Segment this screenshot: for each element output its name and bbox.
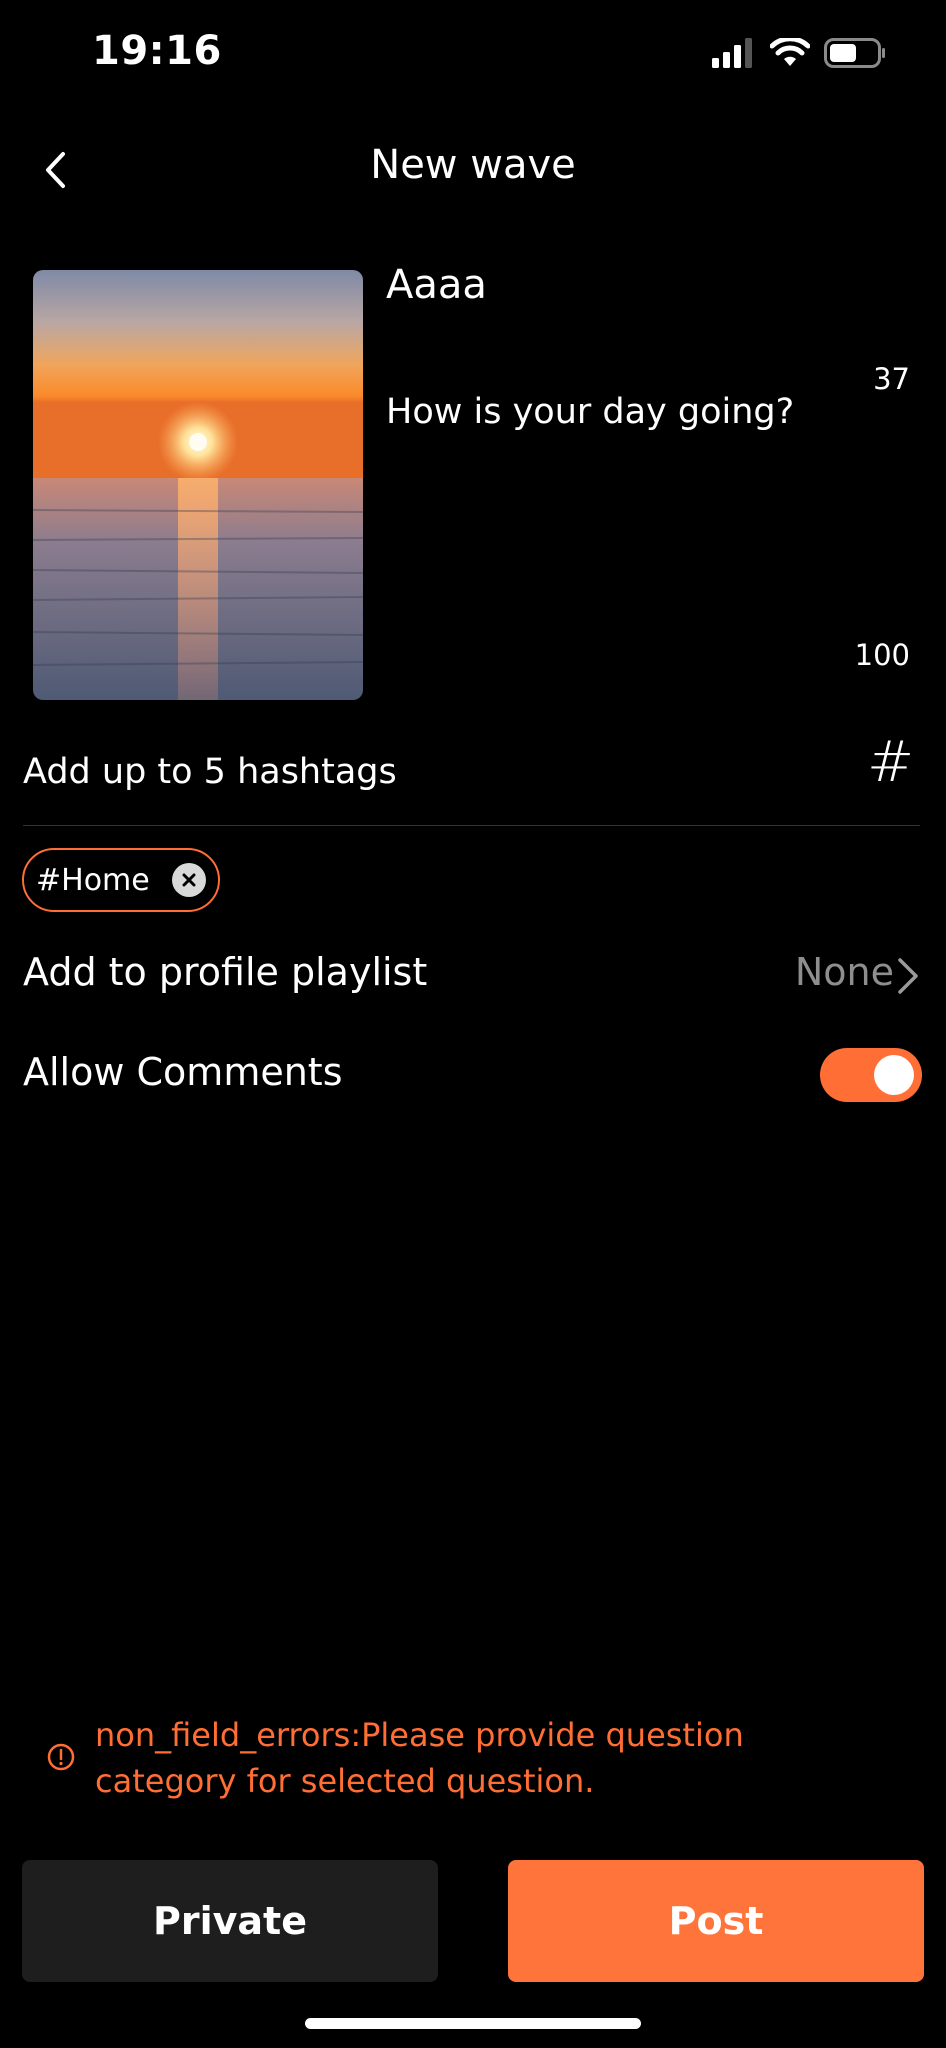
post-button[interactable]: Post — [508, 1860, 924, 1982]
wifi-icon — [769, 36, 811, 72]
error-message: non_field_errors:Please provide question… — [95, 1716, 744, 1800]
battery-icon — [824, 38, 886, 72]
question-char-counter: 100 — [854, 638, 910, 672]
status-icons — [712, 36, 886, 72]
hash-icon[interactable]: # — [867, 730, 914, 795]
chevron-right-icon[interactable] — [892, 954, 922, 998]
error-icon — [46, 1742, 76, 1772]
hashtag-chip: #Home — [22, 848, 220, 912]
hashtag-chip-label: #Home — [36, 862, 150, 898]
toggle-knob — [874, 1055, 914, 1095]
private-button[interactable]: Private — [22, 1860, 438, 1982]
wave-thumbnail[interactable] — [33, 270, 363, 700]
remove-hashtag-button[interactable] — [171, 863, 206, 897]
divider — [23, 825, 920, 826]
title-char-counter: 37 — [873, 362, 910, 396]
allow-comments-label: Allow Comments — [23, 1050, 343, 1094]
page-title: New wave — [370, 142, 576, 188]
sunset-over-sea-image — [33, 270, 363, 700]
question-input[interactable]: How is your day going? — [386, 392, 794, 432]
allow-comments-toggle[interactable] — [820, 1048, 922, 1102]
wave-title-input[interactable]: Aaaa — [386, 262, 487, 308]
cellular-signal-icon — [712, 38, 756, 72]
hashtag-input[interactable]: Add up to 5 hashtags — [23, 752, 397, 792]
close-icon — [182, 873, 196, 887]
playlist-value[interactable]: None — [795, 950, 894, 994]
playlist-row[interactable]: Add to profile playlist — [23, 950, 427, 994]
status-time: 19:16 — [92, 28, 222, 74]
home-indicator — [305, 2018, 641, 2029]
